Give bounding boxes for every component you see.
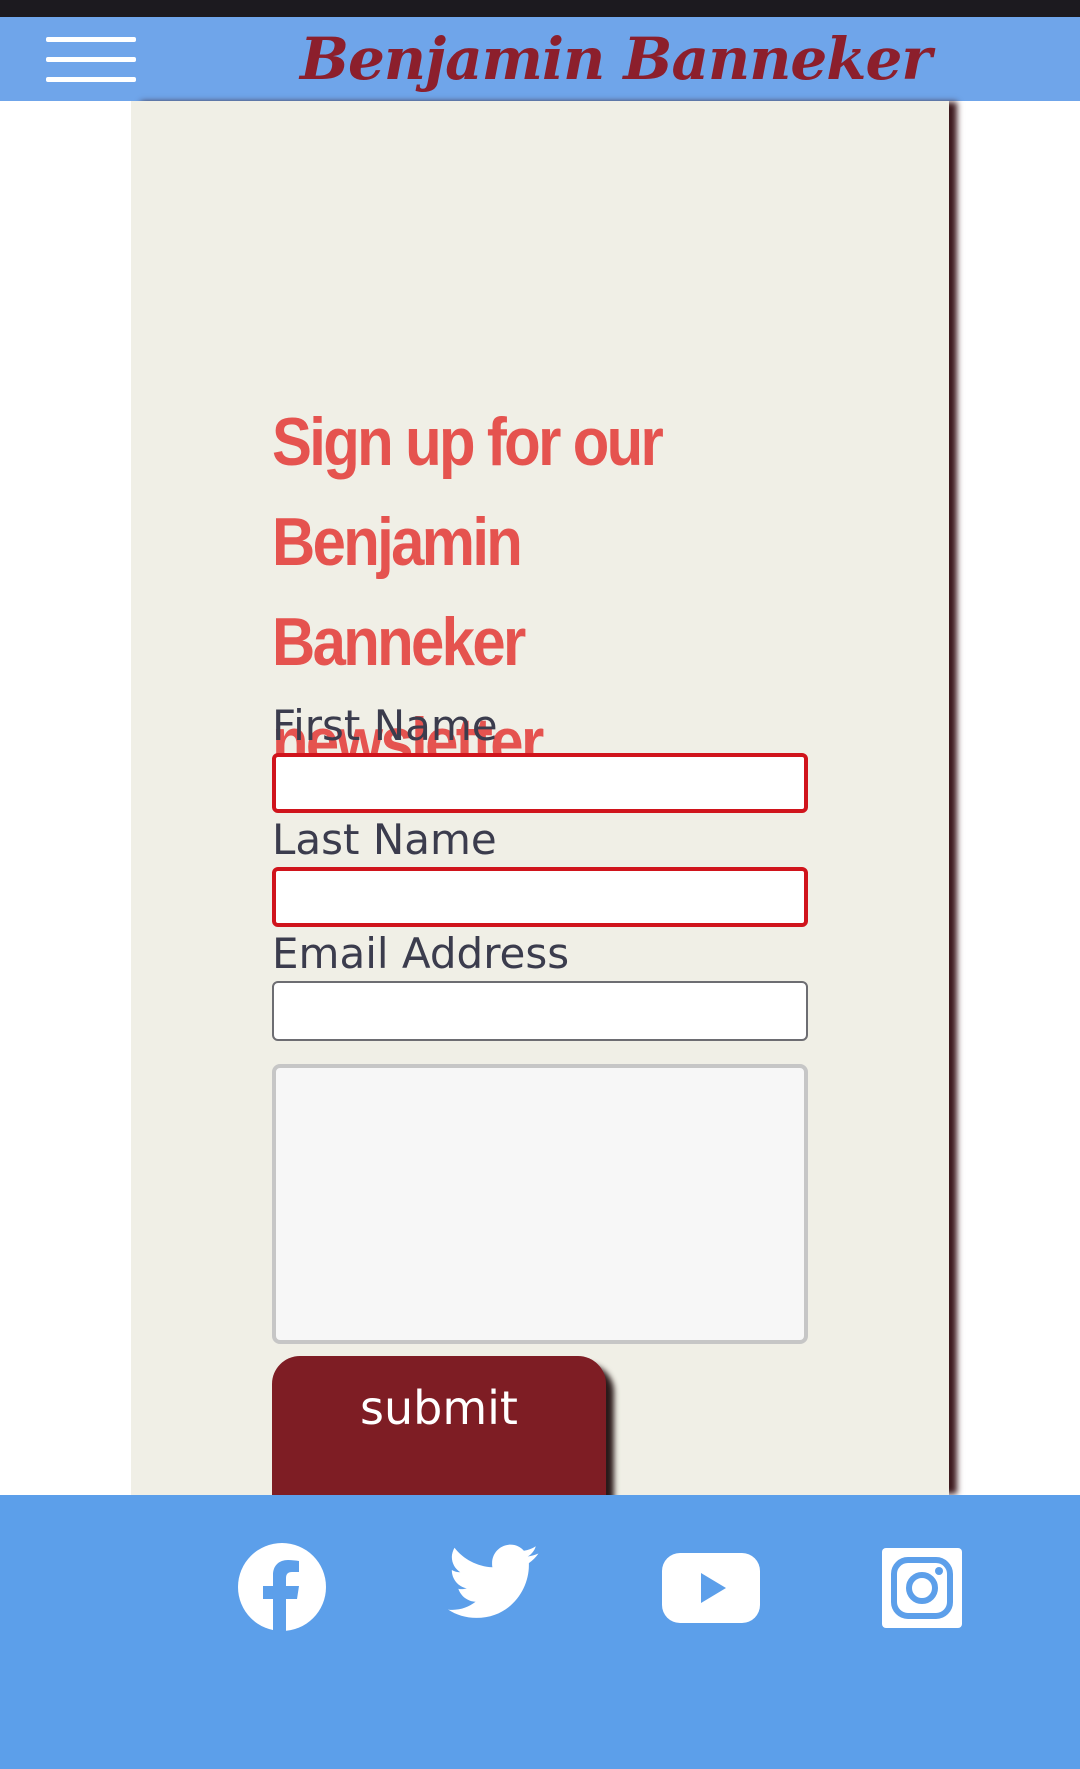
hamburger-line [46,57,136,62]
twitter-icon [448,1544,539,1618]
site-footer [0,1495,1080,1769]
instagram-icon [882,1548,962,1628]
facebook-icon [238,1543,326,1631]
youtube-link[interactable] [662,1553,760,1623]
first-name-input[interactable] [272,753,808,813]
site-title[interactable]: Benjamin Banneker [300,17,932,101]
email-input[interactable] [272,981,808,1041]
status-bar [0,0,1080,17]
submit-button[interactable]: submit [272,1356,606,1495]
first-name-label: First Name [272,701,498,750]
email-label: Email Address [272,929,570,978]
hamburger-line [46,37,136,42]
message-textarea[interactable] [272,1064,808,1344]
facebook-link[interactable] [238,1543,326,1631]
last-name-label: Last Name [272,815,497,864]
hamburger-line [46,77,136,82]
twitter-link[interactable] [448,1543,540,1623]
instagram-link[interactable] [882,1548,962,1628]
youtube-icon [662,1553,760,1623]
last-name-input[interactable] [272,867,808,927]
hamburger-menu-icon[interactable] [46,35,136,85]
site-header: Benjamin Banneker [0,17,1080,101]
